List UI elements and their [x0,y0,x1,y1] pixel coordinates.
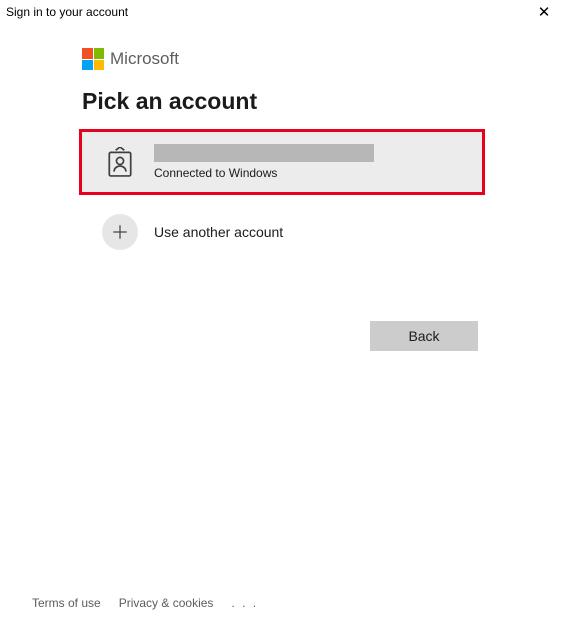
plus-icon-slot [98,214,142,250]
terms-link[interactable]: Terms of use [32,596,101,610]
microsoft-brand: Microsoft [82,48,482,70]
account-primary-sub: Connected to Windows [154,166,374,180]
account-option-other[interactable]: Use another account [82,201,482,263]
content-area: Microsoft Pick an account Connected to W… [0,24,564,351]
microsoft-logo-icon [82,48,104,70]
employee-badge-icon [107,147,133,177]
titlebar: Sign in to your account ✕ [0,0,564,24]
window-title: Sign in to your account [6,5,128,19]
footer: Terms of use Privacy & cookies . . . [32,596,258,610]
page-title: Pick an account [82,88,482,115]
microsoft-brand-text: Microsoft [110,49,179,69]
account-other-texts: Use another account [154,224,283,240]
account-option-primary[interactable]: Connected to Windows [79,129,485,195]
account-primary-texts: Connected to Windows [154,144,374,180]
back-button[interactable]: Back [370,321,478,351]
close-icon[interactable]: ✕ [534,5,554,20]
actions-row: Back [82,321,482,351]
account-name-redacted [154,144,374,162]
plus-icon [102,214,138,250]
badge-icon-slot [98,147,142,177]
privacy-link[interactable]: Privacy & cookies [119,596,214,610]
more-options-icon[interactable]: . . . [231,596,258,610]
account-other-label: Use another account [154,224,283,240]
